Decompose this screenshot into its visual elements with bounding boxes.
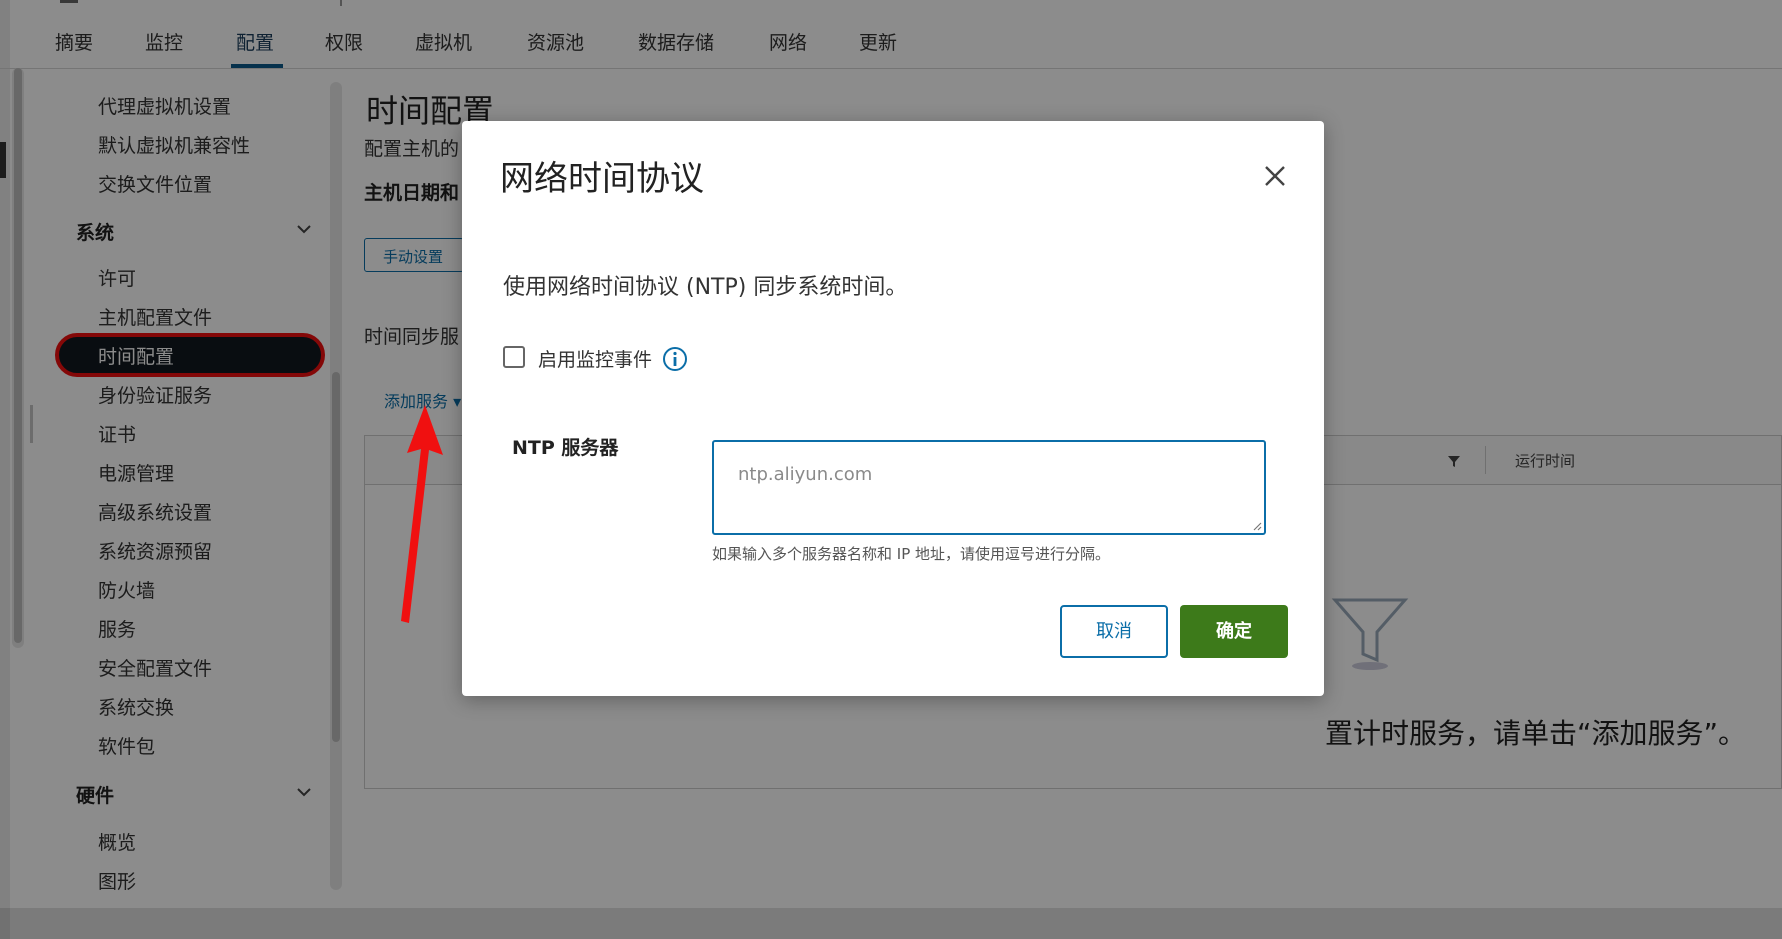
info-icon[interactable] (662, 346, 688, 372)
close-icon[interactable] (1262, 163, 1288, 189)
enable-monitoring-label[interactable]: 启用监控事件 (538, 345, 652, 372)
ntp-server-input[interactable] (712, 440, 1266, 535)
ok-button[interactable]: 确定 (1180, 605, 1288, 658)
cancel-button[interactable]: 取消 (1060, 605, 1168, 658)
ntp-server-hint: 如果输入多个服务器名称和 IP 地址，请使用逗号进行分隔。 (712, 545, 1111, 563)
annotation-arrow-icon (401, 405, 443, 623)
ntp-server-label: NTP 服务器 (512, 437, 619, 459)
resize-grip-icon[interactable] (1252, 521, 1262, 531)
dialog-title: 网络时间协议 (500, 159, 704, 199)
ntp-dialog: 网络时间协议 使用网络时间协议 (NTP) 同步系统时间。 启用监控事件 NTP… (462, 121, 1324, 696)
enable-monitoring-checkbox[interactable] (503, 346, 525, 368)
dialog-description: 使用网络时间协议 (NTP) 同步系统时间。 (503, 275, 908, 300)
bottom-strip (0, 908, 1782, 939)
